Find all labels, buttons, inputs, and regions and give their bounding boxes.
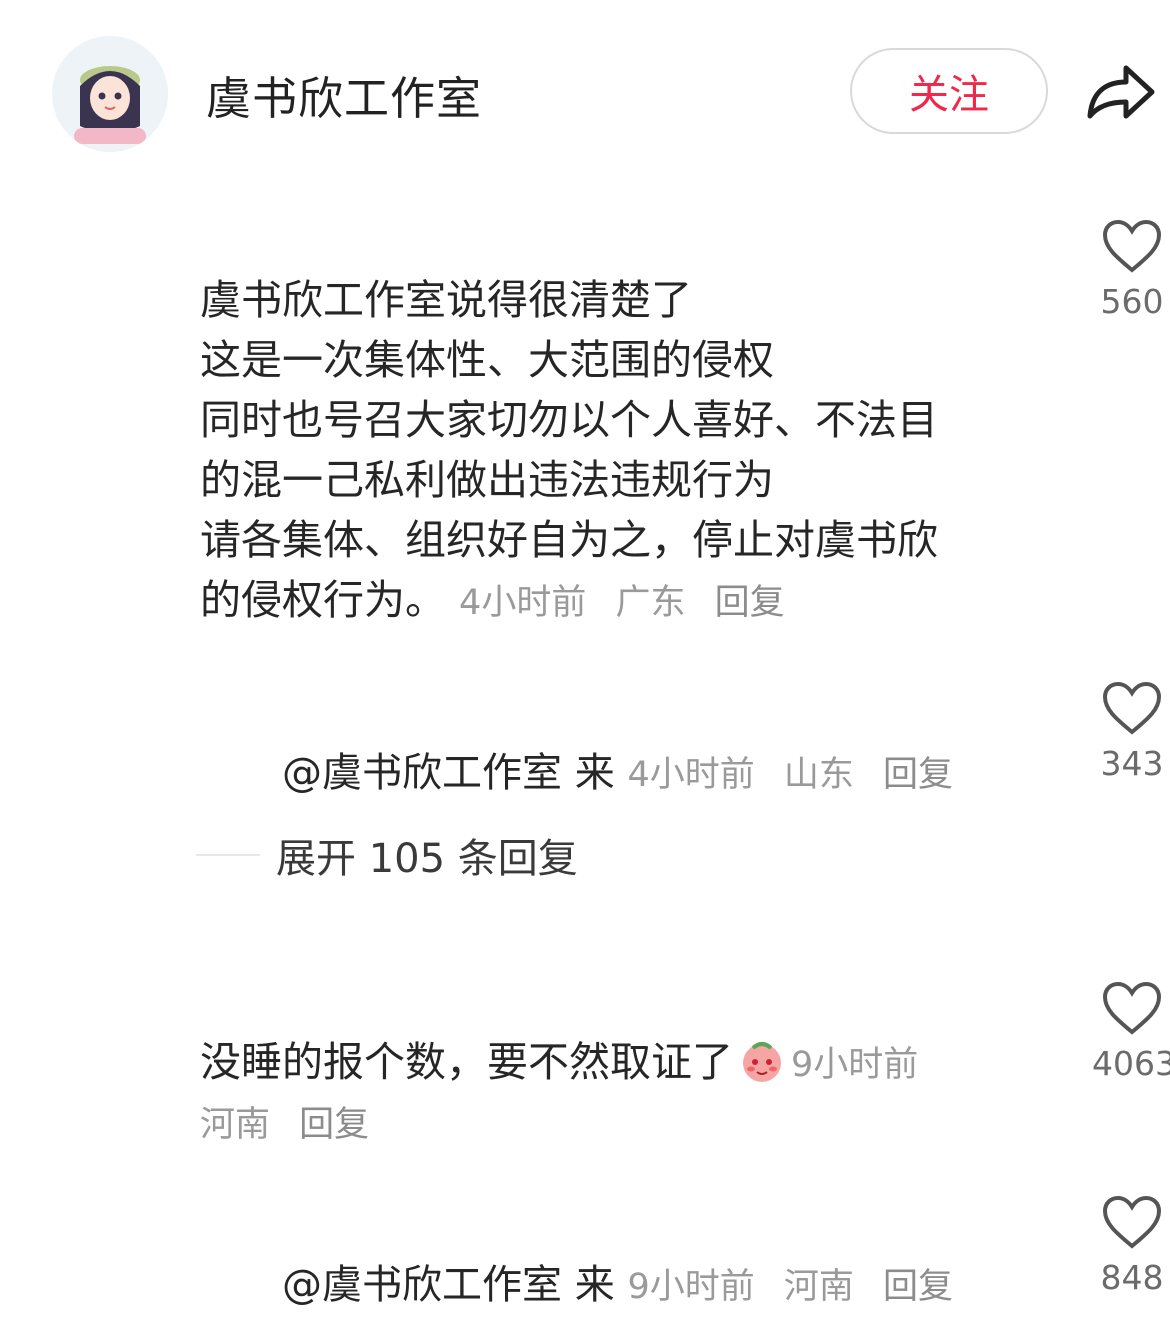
like-count: 4063	[1092, 1044, 1170, 1083]
comment-line: 这是一次集体性、大范围的侵权	[200, 336, 774, 384]
reply-button[interactable]: 回复	[883, 755, 953, 795]
heart-outline-icon[interactable]	[1101, 218, 1163, 274]
mention[interactable]: @虞书欣工作室	[282, 1262, 562, 1308]
comment-line: 的混一己私利做出违法违规行为	[200, 456, 774, 504]
like-group: 848	[1092, 1194, 1170, 1297]
comment-line: 请各集体、组织好自为之，停止对虞书欣	[200, 516, 938, 564]
like-group: 4063	[1092, 980, 1170, 1083]
reply-location: 河南	[783, 1267, 854, 1307]
comment-line: 没睡的报个数，要不然取证了	[200, 1038, 733, 1086]
comment-body: 没睡的报个数，要不然取证了 9小时前 河南 回复	[200, 1032, 918, 1155]
comment-line: 的侵权行为。	[200, 576, 446, 624]
comment-line-last: 的侵权行为。 4小时前 广东 回复	[200, 570, 938, 633]
comment-body: 虞书欣工作室说得很清楚了 这是一次集体性、大范围的侵权 同时也号召大家切勿以个人…	[200, 270, 938, 633]
reply-time: 4小时前	[627, 755, 755, 795]
avatar-illustration	[52, 36, 168, 152]
like-count: 560	[1100, 282, 1164, 321]
heart-outline-icon[interactable]	[1101, 680, 1163, 736]
reply-button[interactable]: 回复	[883, 1267, 953, 1307]
like-group: 343	[1092, 680, 1170, 783]
like-group: 560	[1092, 218, 1170, 321]
reply-button[interactable]: 回复	[715, 583, 785, 623]
follow-button[interactable]: 关注	[850, 48, 1048, 134]
reply-button[interactable]: 回复	[299, 1105, 369, 1145]
comment-line-first: 没睡的报个数，要不然取证了 9小时前	[200, 1032, 918, 1095]
comment-line: 虞书欣工作室说得很清楚了	[200, 276, 692, 324]
reply-meta: 4小时前 山东 回复	[627, 755, 971, 795]
comment-meta: 4小时前 广东 回复	[459, 583, 803, 623]
comment-time: 9小时前	[791, 1045, 919, 1085]
expand-replies-label[interactable]: 展开 105 条回复	[276, 826, 578, 884]
account-header: 虞书欣工作室 关注	[0, 0, 1170, 190]
comment-meta: 河南 回复	[200, 1095, 918, 1155]
reply-meta: 9小时前 河南 回复	[627, 1267, 971, 1307]
reply-text: 来	[574, 750, 615, 796]
comment-time: 4小时前	[459, 583, 587, 623]
sub-reply: @虞书欣工作室 来 9小时前 河南 回复	[282, 1252, 971, 1310]
share-icon[interactable]	[1082, 58, 1158, 128]
blush-emoji-icon	[743, 1042, 781, 1082]
comment-location: 广东	[615, 583, 686, 623]
comment-line: 同时也号召大家切勿以个人喜好、不法目	[200, 396, 938, 444]
heart-outline-icon[interactable]	[1101, 980, 1163, 1036]
like-count: 343	[1100, 744, 1164, 783]
comment-location: 河南	[200, 1105, 271, 1145]
sub-reply: @虞书欣工作室 来 4小时前 山东 回复	[282, 740, 971, 798]
account-name[interactable]: 虞书欣工作室	[206, 62, 482, 127]
mention[interactable]: @虞书欣工作室	[282, 750, 562, 796]
reply-time: 9小时前	[627, 1267, 755, 1307]
reply-location: 山东	[783, 755, 854, 795]
expand-replies[interactable]: 展开 105 条回复	[196, 826, 578, 884]
account-avatar[interactable]	[52, 36, 168, 152]
expand-divider	[196, 854, 260, 856]
reply-text: 来	[574, 1262, 615, 1308]
heart-outline-icon[interactable]	[1101, 1194, 1163, 1250]
like-count: 848	[1100, 1258, 1164, 1297]
